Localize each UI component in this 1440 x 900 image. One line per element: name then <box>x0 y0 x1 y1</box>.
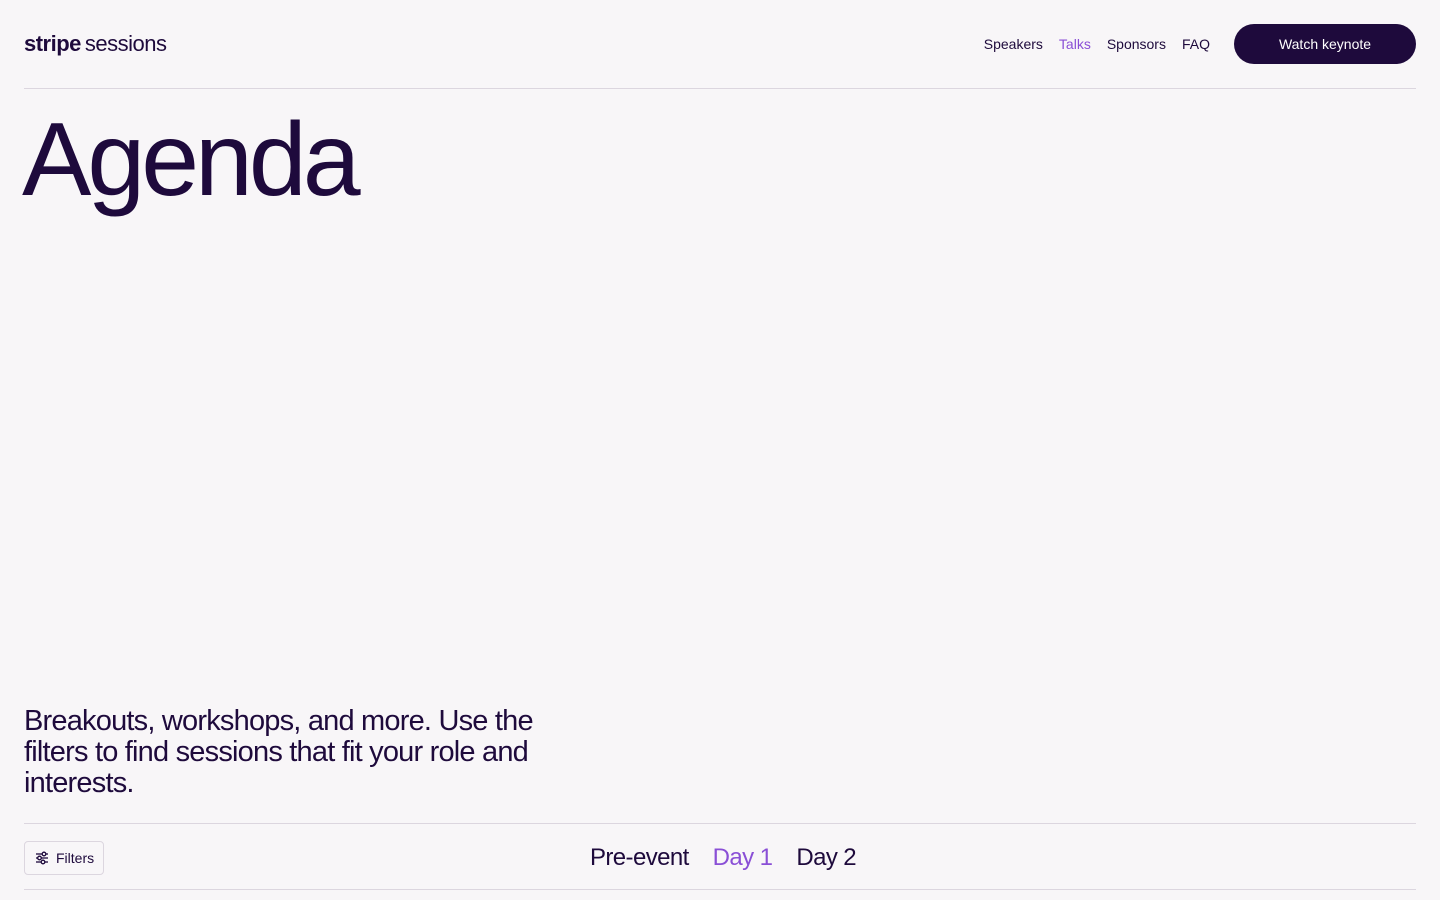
page-title: Agenda <box>22 102 361 218</box>
filters-button[interactable]: Filters <box>24 841 105 875</box>
page: stripe sessions Speakers Talks Sponsors F… <box>0 0 1440 900</box>
sliders-icon <box>34 850 50 866</box>
filters-label: Filters <box>56 850 95 866</box>
tab-day-2[interactable]: Day 2 <box>796 844 856 872</box>
day-tabs: Pre-event Day 1 Day 2 <box>590 844 857 872</box>
logo-product: sessions <box>84 31 167 56</box>
site-header: stripe sessions Speakers Talks Sponsors F… <box>24 0 1416 89</box>
main-nav: Speakers Talks Sponsors FAQ <box>984 34 1210 54</box>
stripe-sessions-logo[interactable]: stripe sessions <box>24 30 167 58</box>
watch-keynote-button[interactable]: Watch keynote <box>1234 24 1416 64</box>
tab-day-1[interactable]: Day 1 <box>713 844 773 872</box>
nav-talks[interactable]: Talks <box>1059 34 1091 54</box>
agenda-toolbar: Filters Pre-event Day 1 Day 2 <box>24 823 1416 890</box>
nav-speakers[interactable]: Speakers <box>984 34 1043 54</box>
intro-text: Breakouts, workshops, and more. Use the … <box>24 705 534 799</box>
nav-faq[interactable]: FAQ <box>1182 34 1210 54</box>
logo-brand: stripe <box>24 31 81 56</box>
nav-sponsors[interactable]: Sponsors <box>1107 34 1166 54</box>
tab-pre-event[interactable]: Pre-event <box>590 844 689 872</box>
